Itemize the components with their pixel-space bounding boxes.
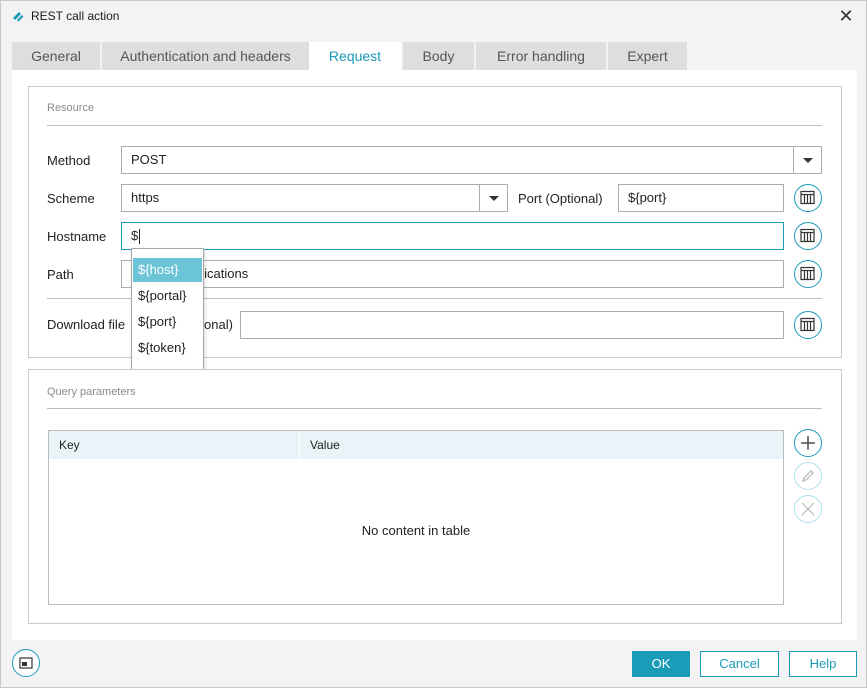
add-parameter-button[interactable]	[794, 429, 822, 457]
tab-body[interactable]: Body	[403, 42, 474, 70]
chevron-down-icon[interactable]	[479, 185, 507, 211]
tab-expert[interactable]: Expert	[608, 42, 687, 70]
autocomplete-item-port[interactable]: ${port}	[133, 310, 202, 334]
empty-table-message: No content in table	[361, 523, 471, 538]
scheme-value: https	[131, 190, 160, 205]
download-variable-button[interactable]	[794, 311, 822, 339]
autocomplete-item-host[interactable]: ${host}	[133, 258, 202, 282]
port-value: ${port}	[628, 190, 667, 205]
method-label: Method	[47, 153, 91, 168]
window-restore-icon	[19, 657, 33, 669]
hostname-label: Hostname	[47, 229, 107, 244]
port-input[interactable]: ${port}	[618, 184, 784, 212]
window-options-button[interactable]	[12, 649, 40, 677]
edit-parameter-button[interactable]	[794, 462, 822, 490]
port-variable-button[interactable]	[794, 184, 822, 212]
close-icon[interactable]: ✕	[834, 5, 858, 27]
table-header: Key Value	[49, 431, 783, 459]
title-bar: REST call action ✕	[1, 1, 866, 32]
pencil-icon	[802, 470, 814, 482]
scheme-select[interactable]: https	[121, 184, 508, 212]
query-parameters-title: Query parameters	[47, 386, 136, 398]
variables-icon	[800, 266, 815, 281]
divider	[47, 125, 822, 126]
tab-request[interactable]: Request	[309, 42, 401, 71]
download-label-end: onal)	[204, 317, 233, 332]
dialog-window: REST call action ✕ General Authenticatio…	[0, 0, 867, 688]
plus-icon	[801, 436, 815, 450]
scheme-label: Scheme	[47, 191, 95, 206]
text-caret	[139, 229, 141, 245]
port-label: Port (Optional)	[518, 191, 603, 206]
hostname-variable-button[interactable]	[794, 222, 822, 250]
chevron-down-icon[interactable]	[793, 147, 821, 173]
download-file-input[interactable]	[240, 311, 784, 339]
cancel-button[interactable]: Cancel	[700, 651, 779, 677]
window-title: REST call action	[31, 9, 120, 23]
path-variable-button[interactable]	[794, 260, 822, 288]
app-logo-icon	[13, 12, 24, 22]
autocomplete-item-token[interactable]: ${token}	[133, 336, 202, 360]
variables-icon	[800, 190, 815, 205]
resource-title: Resource	[47, 102, 95, 114]
delete-parameter-button[interactable]	[794, 495, 822, 523]
variables-icon	[800, 228, 815, 243]
tab-error-handling[interactable]: Error handling	[476, 42, 606, 70]
delete-x-icon	[801, 502, 815, 516]
tab-authentication-and-headers[interactable]: Authentication and headers	[102, 42, 309, 70]
divider	[47, 408, 822, 409]
tab-general[interactable]: General	[12, 42, 100, 70]
path-input[interactable]: plications	[121, 260, 784, 288]
variables-icon	[800, 317, 815, 332]
autocomplete-item-portal[interactable]: ${portal}	[133, 284, 202, 308]
method-value: POST	[131, 152, 167, 167]
hostname-value: $	[131, 228, 139, 243]
column-header-value[interactable]: Value	[300, 431, 780, 459]
method-select[interactable]: POST	[121, 146, 822, 174]
query-parameters-table: Key Value No content in table	[48, 430, 784, 605]
ok-button[interactable]: OK	[632, 651, 690, 677]
autocomplete-dropdown: ${host} ${portal} ${port} ${token}	[131, 248, 204, 371]
help-button[interactable]: Help	[789, 651, 857, 677]
path-label: Path	[47, 267, 74, 282]
column-header-key[interactable]: Key	[49, 431, 299, 459]
download-label-start: Download file	[47, 317, 126, 332]
hostname-input[interactable]: $	[121, 222, 784, 250]
